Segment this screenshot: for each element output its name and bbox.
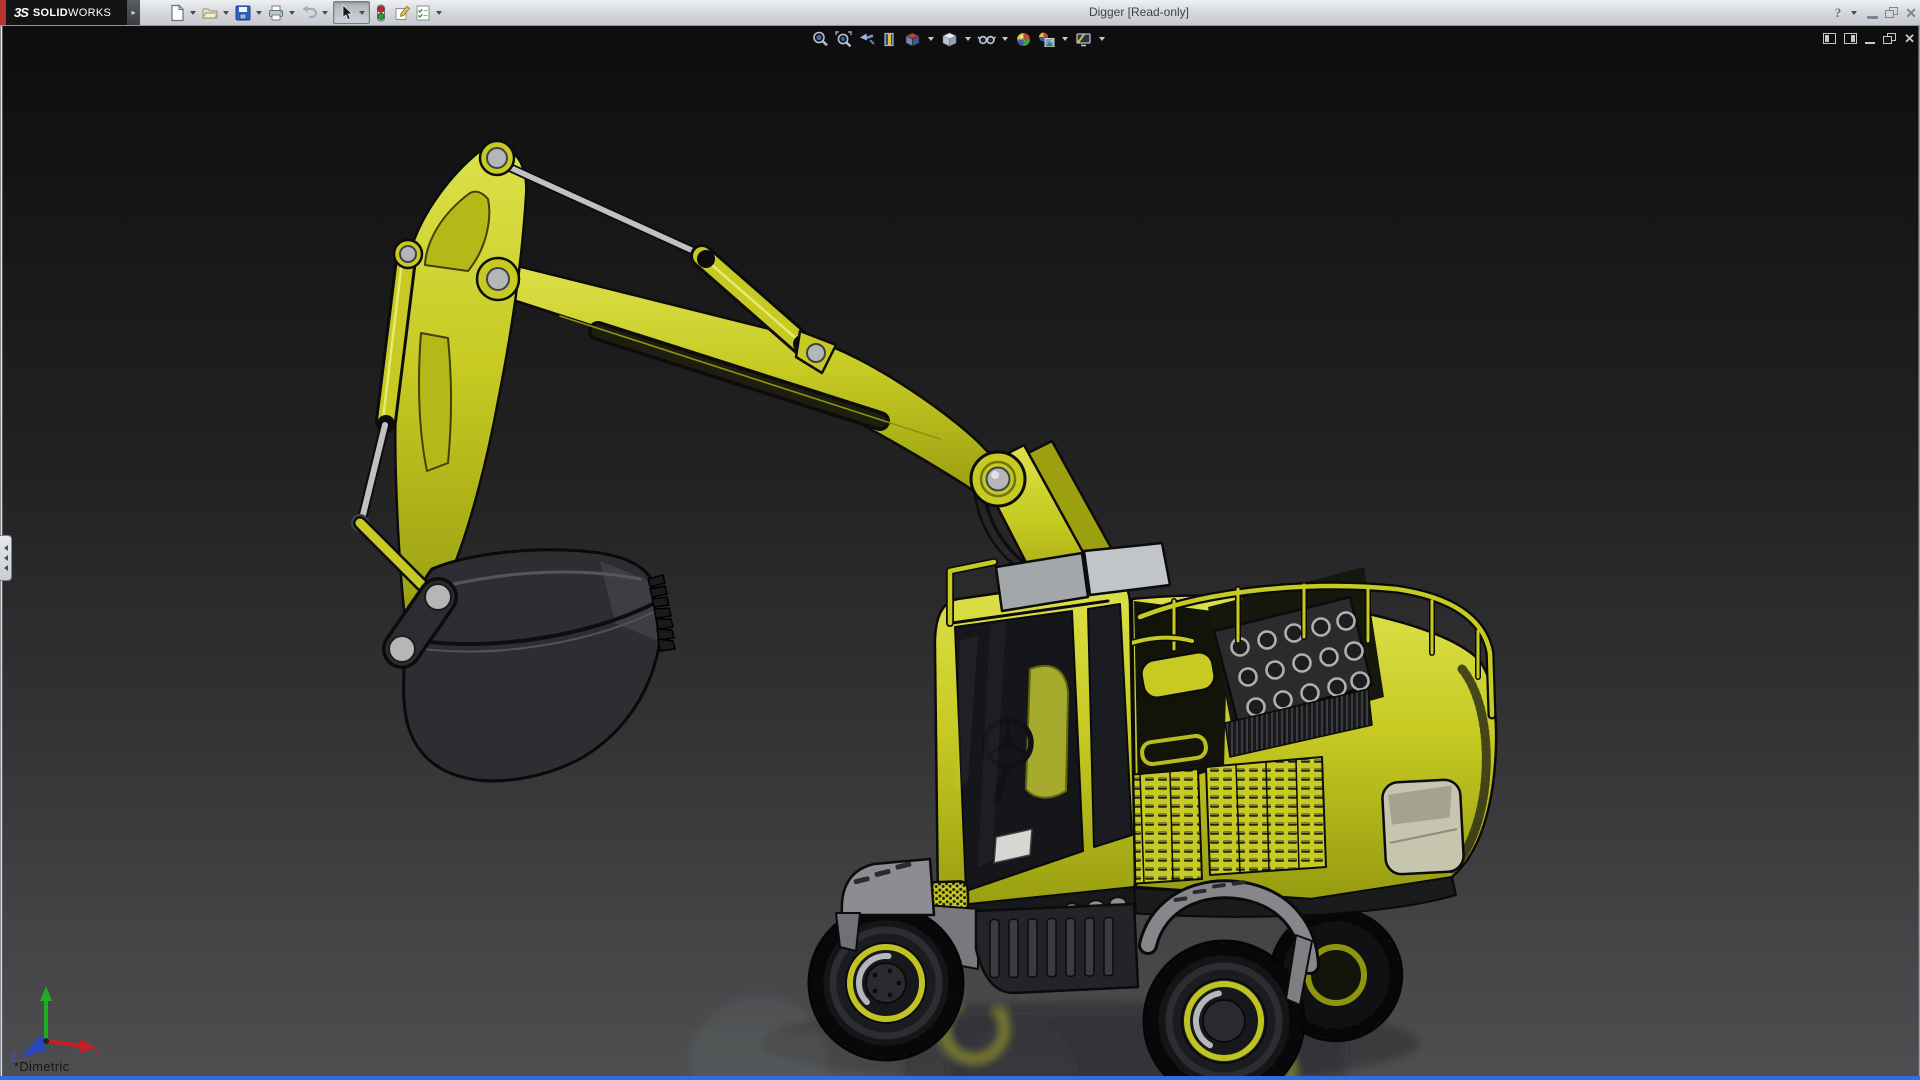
- view-orientation-icon: [905, 32, 920, 46]
- apply-scene-dropdown[interactable]: [1062, 37, 1068, 41]
- close-button[interactable]: ✕: [1905, 6, 1917, 20]
- menu-flyout-arrow[interactable]: ▸: [127, 0, 140, 25]
- zoom-to-area-button[interactable]: [833, 29, 854, 49]
- print-dropdown[interactable]: [289, 10, 295, 15]
- restore-button[interactable]: [1885, 7, 1899, 18]
- help-dropdown[interactable]: [1851, 10, 1858, 15]
- undo-dropdown[interactable]: [322, 10, 328, 15]
- comment-button[interactable]: [391, 2, 412, 23]
- solidworks-logo: 3S SOLIDWORKS: [6, 0, 127, 25]
- select-cursor-icon: [342, 4, 353, 21]
- title-bar: 3S SOLIDWORKS ▸ Digger [Read-only] ? ✕: [0, 0, 1920, 26]
- view-orientation-label: *Dimetric: [14, 1059, 70, 1074]
- open-folder-icon: [201, 7, 218, 19]
- save-floppy-icon: [235, 5, 250, 20]
- triad-x-label: X: [94, 1049, 102, 1061]
- stoplight-icon: [376, 4, 385, 21]
- edit-appearance-button[interactable]: [1013, 29, 1034, 49]
- save-button[interactable]: [232, 2, 253, 23]
- roof-panel-2: [1082, 541, 1172, 597]
- rebuild-button[interactable]: [370, 2, 391, 23]
- help-button[interactable]: ?: [1835, 5, 1842, 21]
- solidworks-app: { "titlebar": { "logo_mark": "3S", "logo…: [0, 0, 1920, 1080]
- boom-assembly[interactable]: [351, 139, 1000, 783]
- hide-show-items-icon: [977, 35, 996, 44]
- display-pane-toggle-icon[interactable]: [1844, 33, 1858, 44]
- hide-show-items-dropdown[interactable]: [1002, 37, 1008, 41]
- view-settings-icon: [1076, 32, 1091, 46]
- previous-view-button[interactable]: [856, 29, 877, 49]
- print-button[interactable]: [265, 2, 286, 23]
- zoom-to-fit-icon: [813, 31, 828, 46]
- collapse-arrow-icon: [3, 565, 8, 571]
- hide-show-items-button[interactable]: [976, 29, 997, 49]
- window-controls: ? ✕: [1835, 0, 1917, 25]
- print-icon: [268, 5, 283, 20]
- new-document-icon: [170, 3, 184, 21]
- reference-triad: X Z: [10, 986, 102, 1062]
- section-view-icon: [884, 32, 894, 46]
- select-button[interactable]: [335, 2, 356, 23]
- open-dropdown[interactable]: [223, 10, 229, 15]
- view-orientation-button[interactable]: [902, 29, 923, 49]
- collapse-arrow-icon: [3, 545, 8, 551]
- document-restore-button[interactable]: [1883, 33, 1897, 44]
- collapse-arrow-icon: [3, 555, 8, 561]
- options-checklist-icon: [416, 5, 429, 20]
- heads-up-view-toolbar: [810, 29, 1108, 49]
- new-document-button[interactable]: [166, 2, 187, 23]
- select-dropdown[interactable]: [359, 10, 365, 15]
- apply-scene-button[interactable]: [1036, 29, 1057, 49]
- comment-note-icon: [395, 5, 410, 20]
- operator-seat: [1025, 665, 1069, 799]
- rear-wheel: [1142, 939, 1306, 1080]
- feature-pane-toggle-icon[interactable]: [1823, 33, 1837, 44]
- minimize-button[interactable]: [1867, 16, 1879, 19]
- view-settings-dropdown[interactable]: [1099, 37, 1105, 41]
- options-button[interactable]: [412, 2, 433, 23]
- view-settings-button[interactable]: [1073, 29, 1094, 49]
- section-view-button[interactable]: [879, 29, 900, 49]
- front-wheel: [807, 904, 965, 1062]
- status-bar-edge: [0, 1076, 1920, 1080]
- front-fender: [840, 857, 936, 917]
- new-document-dropdown[interactable]: [190, 10, 196, 15]
- undo-button[interactable]: [298, 2, 319, 23]
- document-close-button[interactable]: ✕: [1904, 32, 1915, 45]
- display-style-dropdown[interactable]: [965, 37, 971, 41]
- zoom-to-area-icon: [835, 30, 852, 47]
- edit-appearance-icon: [1017, 32, 1030, 46]
- document-window-controls: ✕: [1823, 32, 1915, 45]
- dassault-3ds-mark: 3S: [14, 5, 29, 20]
- graphics-area[interactable]: ✕ X Z *Dimetric: [0, 25, 1920, 1080]
- open-button[interactable]: [199, 2, 220, 23]
- display-style-button[interactable]: [939, 29, 960, 49]
- save-dropdown[interactable]: [256, 10, 262, 15]
- undo-icon: [302, 5, 317, 18]
- select-tool-pressed: [333, 1, 370, 24]
- document-title: Digger [Read-only]: [1088, 5, 1190, 19]
- display-style-icon: [942, 32, 957, 46]
- zoom-to-fit-button[interactable]: [810, 29, 831, 49]
- previous-view-icon: [860, 33, 875, 45]
- standard-toolbar: [166, 1, 445, 24]
- document-minimize-button[interactable]: [1865, 41, 1876, 45]
- view-orientation-dropdown[interactable]: [928, 37, 934, 41]
- excavator-3d-model[interactable]: [0, 26, 1920, 1080]
- feature-manager-collapse-tab[interactable]: [0, 535, 12, 581]
- solidworks-wordmark: SOLIDWORKS: [32, 6, 112, 19]
- options-dropdown[interactable]: [436, 10, 442, 15]
- apply-scene-icon: [1039, 32, 1055, 47]
